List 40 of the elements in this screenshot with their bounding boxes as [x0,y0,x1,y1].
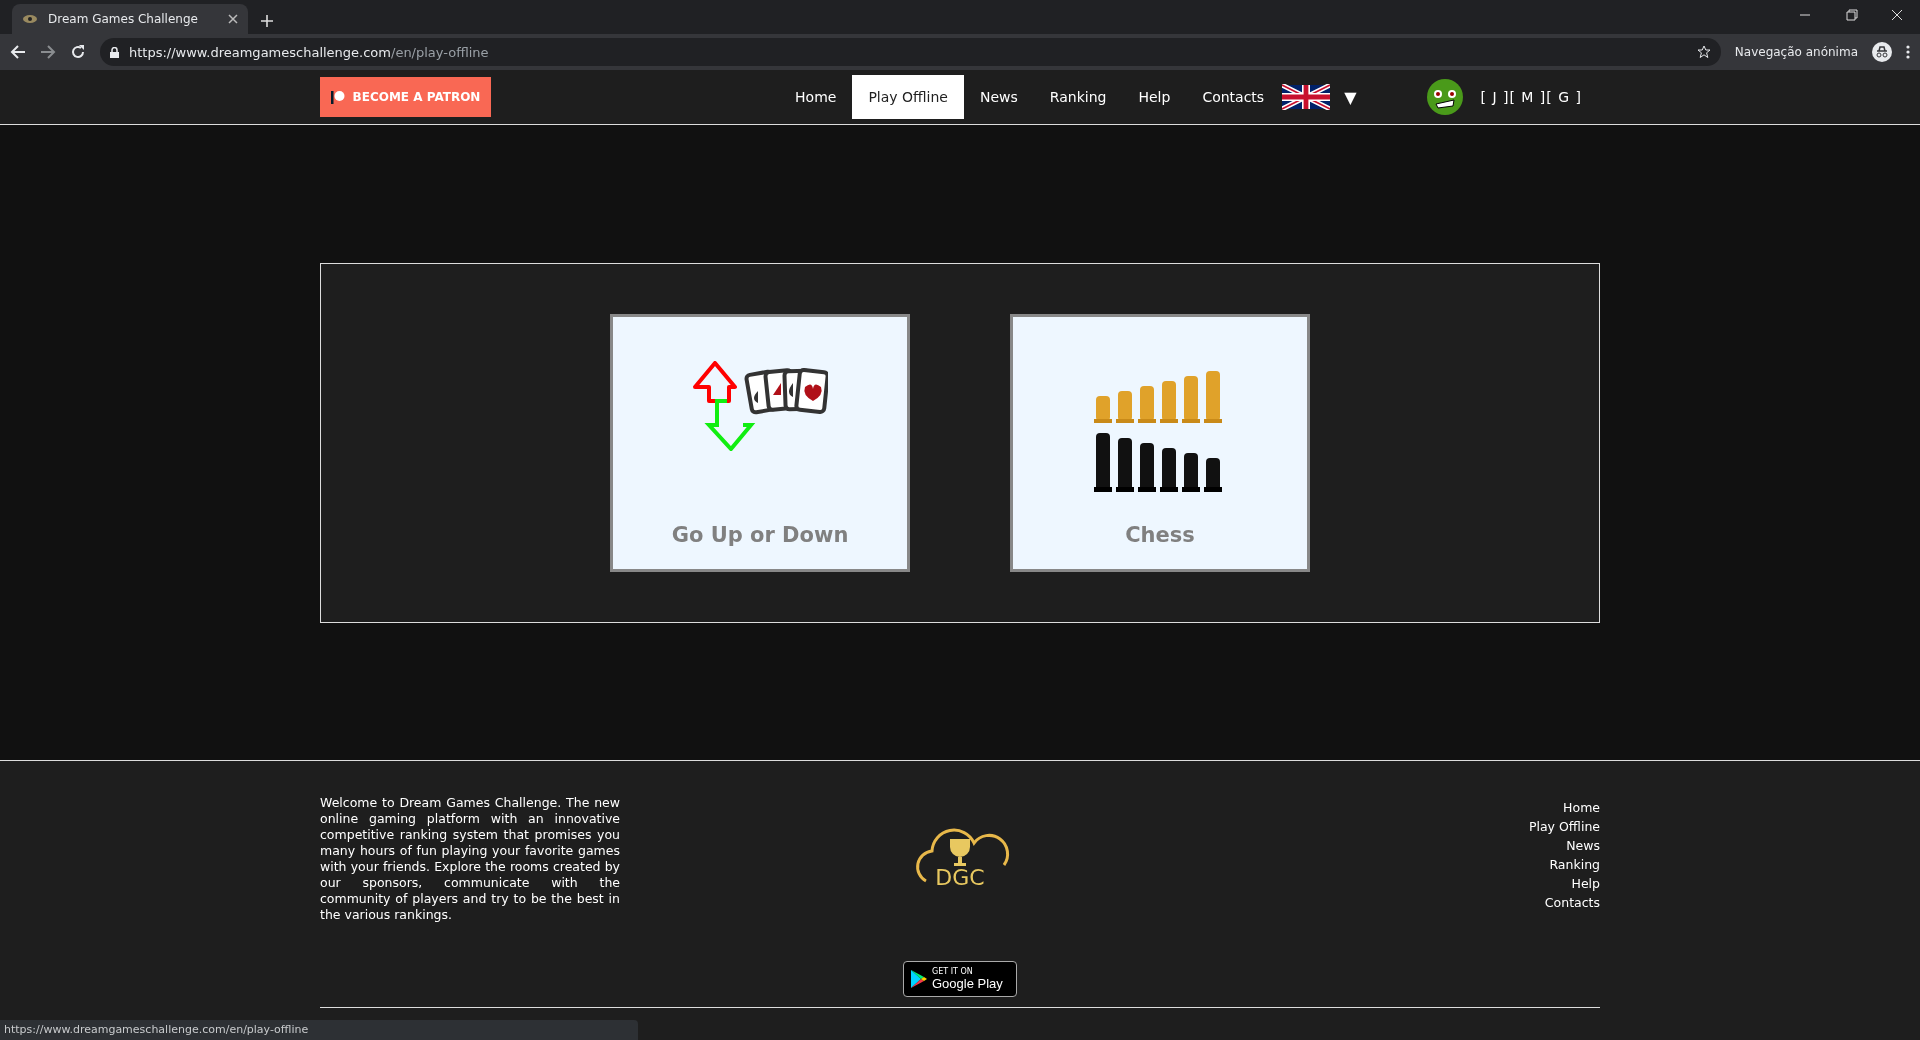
tab-title: Dream Games Challenge [48,12,199,26]
play-store-icon [910,969,928,989]
dgc-logo: DGC [908,825,1012,889]
language-dropdown-caret[interactable]: ▼ [1344,87,1357,107]
about-paragraph: Welcome to Dream Games Challenge. The new online gaming platform with an innovative competitive ranking system that promises you many hours of fun playing your favorite games with your friends. Explore the rooms created by our sponsors, communicate with the community of players and try to be the best in the various rankings. [320,795,620,924]
avatar-icon[interactable] [1426,78,1465,116]
nav-link[interactable]: News [964,75,1034,119]
game-card[interactable]: Chess [1010,314,1310,572]
incognito-label: Navegação anónima [1734,45,1858,59]
nav-link[interactable]: Home [779,75,853,119]
footer-link[interactable]: Ranking [1549,857,1600,872]
close-icon[interactable] [228,14,238,24]
footer-link[interactable]: Contacts [1544,895,1600,910]
back-arrow-icon[interactable] [10,44,26,60]
footer-link[interactable]: Help [1571,876,1600,891]
nav-link[interactable]: Help [1122,75,1187,119]
google-play-badge[interactable]: GET IT ON Google Play [903,961,1017,997]
game-title: Go Up or Down [671,523,849,547]
game-card[interactable]: Go Up or Down [610,314,910,572]
reload-icon[interactable] [70,44,86,60]
patreon-logo-icon [330,90,345,104]
footer-link[interactable]: Play Offline [1528,819,1600,834]
forward-arrow-icon[interactable] [40,44,56,60]
address-bar[interactable]: https://www.dreamgameschallenge.com/en/play-offline [100,38,1721,66]
footer-link[interactable]: News [1566,838,1600,853]
game-title: Chess [1125,523,1195,547]
lock-icon [110,46,119,58]
nav-link[interactable]: Contacts [1186,75,1281,119]
uk-flag-icon[interactable] [1282,84,1331,110]
menu-icon[interactable] [1906,45,1910,59]
status-bar-url: https://www.dreamgameschallenge.com/en/play-offline [0,1020,638,1040]
nav-link[interactable]: Play Offline [852,75,964,119]
star-icon[interactable] [1696,45,1711,59]
new-tab-icon[interactable] [260,14,274,28]
user-initials[interactable]: [ J ][ M ][ G ] [1480,89,1582,105]
footer-link[interactable]: Home [1563,800,1600,815]
incognito-icon[interactable] [1872,42,1892,62]
nav-link[interactable]: Ranking [1033,75,1123,119]
browser-tab[interactable]: Dream Games Challenge [12,4,248,34]
eye-icon [22,13,38,25]
